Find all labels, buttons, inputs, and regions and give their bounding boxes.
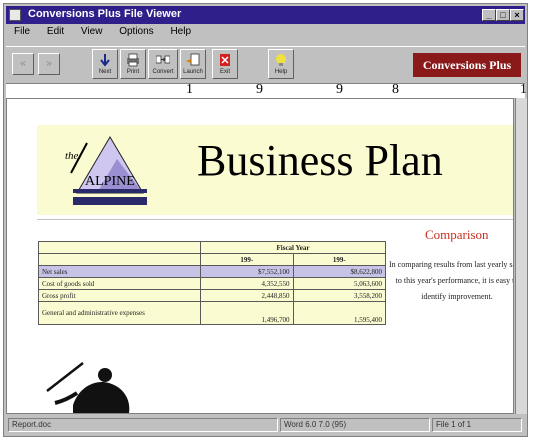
convert-label: Convert [152,69,174,75]
next-button[interactable]: Next [92,49,118,79]
forward-button[interactable]: » [38,53,60,75]
convert-button[interactable]: Convert [148,49,178,79]
ruler-mark: 9 [336,82,343,97]
next-label: Next [98,69,112,75]
ruler-mark: 8 [392,82,399,97]
row-value: 5,063,600 [292,277,386,290]
lightbulb-icon [276,54,286,66]
comparison-text: In comparing results from last yearly sa… [389,260,514,301]
row-label: Cost of goods sold [38,277,201,290]
ruler-mark: 9 [256,82,263,97]
table-row: General and administrative expenses 1,49… [38,301,386,325]
menu-options[interactable]: Options [119,26,153,37]
back-button[interactable]: « [12,53,34,75]
ruler: 1 9 9 8 1 [6,82,527,98]
exit-label: Exit [219,69,230,75]
title-banner: ALPINE the Business Plan [37,125,513,215]
down-arrow-icon [100,54,110,67]
row-value: $7,552,100 [200,265,294,278]
table-row: Cost of goods sold 4,352,550 5,063,600 [38,277,386,290]
app-icon [9,9,21,21]
status-file: Report.doc [8,418,278,432]
table-corner [38,241,201,254]
status-bar: Report.doc Word 6.0 7.0 (95) File 1 of 1 [6,417,525,434]
divider [37,219,513,220]
menu-help[interactable]: Help [170,26,191,37]
year-header: 199- [292,253,386,266]
menu-view[interactable]: View [81,26,103,37]
logo-wordmark: ALPINE [85,174,135,189]
launch-icon [186,53,200,66]
title-bar: Conversions Plus File Viewer _ □ × [6,6,525,24]
window-title: Conversions Plus File Viewer [28,8,182,20]
print-button[interactable]: Print [120,49,146,79]
row-value: 2,448,850 [200,289,294,302]
toolbar: « » Next Print Convert Launch Exit Help … [6,46,525,84]
exit-icon [220,54,230,66]
launch-label: Launch [183,69,203,75]
status-page: File 1 of 1 [432,418,522,432]
year-header: 199- [200,253,294,266]
row-value: 4,352,550 [200,277,294,290]
viewer-window: Conversions Plus File Viewer _ □ × File … [3,3,528,437]
row-label: Gross profit [38,289,201,302]
brand-logo: Conversions Plus [413,53,521,77]
row-value: 1,496,700 [200,301,294,325]
launch-button[interactable]: Launch [180,49,206,79]
convert-icon [156,55,170,64]
row-label: General and administrative expenses [38,301,201,325]
menu-edit[interactable]: Edit [47,26,64,37]
row-value: $8,622,800 [292,265,386,278]
menu-bar: File Edit View Options Help [6,26,197,42]
row-value: 1,595,400 [292,301,386,325]
printer-icon [127,53,139,67]
document-view: ALPINE the Business Plan Fiscal Year 199… [6,98,514,414]
row-value: 3,558,200 [292,289,386,302]
table-corner [38,253,201,266]
menu-file[interactable]: File [14,26,30,37]
row-label: Net sales [38,265,201,278]
logo-script: the [65,150,79,162]
minimize-button[interactable]: _ [482,9,496,21]
alpine-logo: ALPINE the [65,136,147,205]
ruler-mark: 1 [520,82,527,97]
help-button[interactable]: Help [268,49,294,79]
document-heading: Business Plan [197,136,443,185]
close-button[interactable]: × [510,9,524,21]
financial-table: Fiscal Year 199- 199- Net sales $7,552,1… [38,241,386,325]
status-format: Word 6.0 7.0 (95) [280,418,430,432]
vertical-scrollbar[interactable] [515,98,527,414]
skier-illustration [46,362,130,413]
print-label: Print [126,69,140,75]
help-label: Help [274,69,288,75]
ruler-mark: 1 [186,82,193,97]
fiscal-year-header: Fiscal Year [200,241,386,254]
comparison-title: Comparison [425,227,489,242]
exit-button[interactable]: Exit [212,49,238,79]
maximize-button[interactable]: □ [496,9,510,21]
table-row: Gross profit 2,448,850 3,558,200 [38,289,386,302]
table-row: Net sales $7,552,100 $8,622,800 [38,265,386,278]
